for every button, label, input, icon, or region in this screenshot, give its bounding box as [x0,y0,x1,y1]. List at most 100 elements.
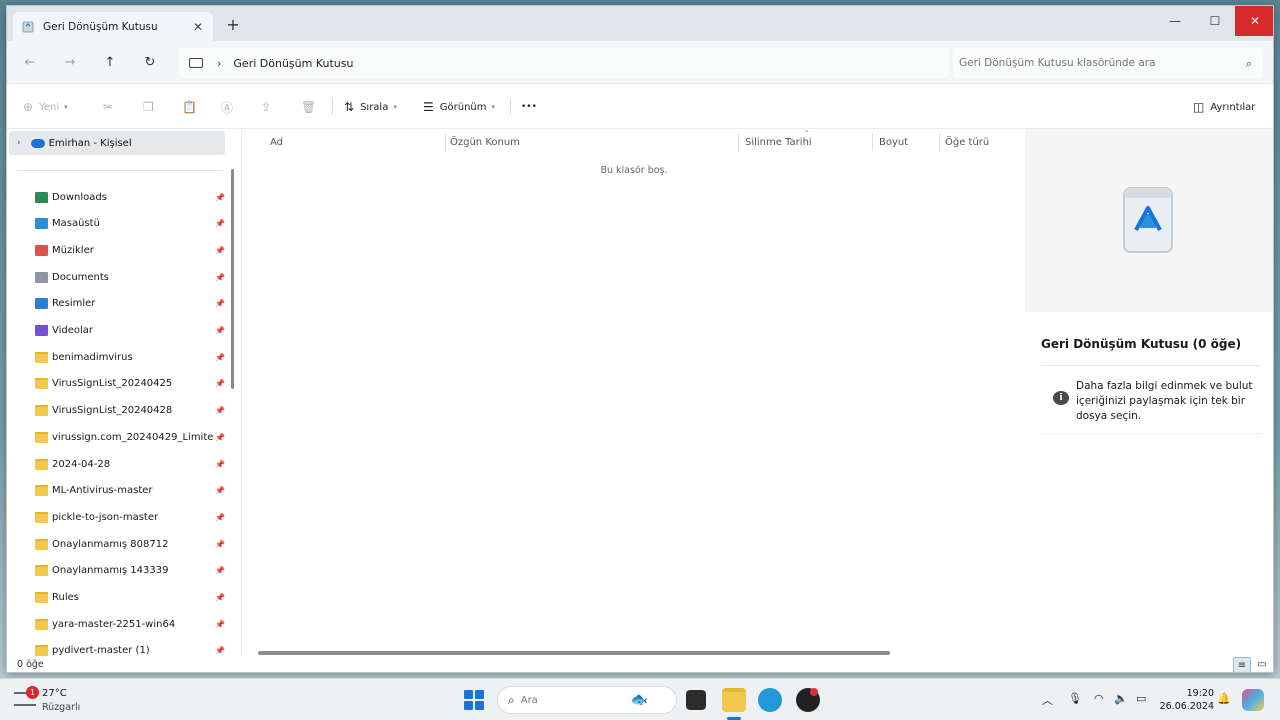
pin-icon[interactable]: 📌 [215,566,225,575]
sort-button[interactable]: ⇅ Sırala ▾ [344,97,397,117]
pin-icon[interactable]: 📌 [215,353,225,362]
notification-bell-icon[interactable]: 🔔 [1217,692,1231,705]
search-input[interactable] [959,57,1243,69]
more-options-button[interactable]: ••• [521,97,537,117]
details-divider [1041,433,1261,434]
pin-icon[interactable]: 📌 [215,193,225,202]
tab-close-icon[interactable]: ✕ [191,20,205,34]
refresh-button[interactable]: ↻ [140,53,160,73]
chevron-right-icon[interactable]: › [17,138,21,148]
horizontal-scrollbar[interactable] [258,651,890,655]
column-header-date-deleted[interactable]: Silinme Tarihi [745,133,812,151]
column-header-name[interactable]: Ad [270,133,283,151]
sidebar-item-resimler[interactable]: Resimler 📌 [7,292,229,316]
microphone-icon[interactable]: 🎙 [1068,692,1082,705]
sidebar-item-videolar[interactable]: Videolar 📌 [7,319,229,343]
search-box[interactable]: ⌕ [953,48,1263,78]
paste-icon: 📋 [182,100,197,114]
search-icon[interactable]: ⌕ [1243,57,1255,70]
pin-icon[interactable]: 📌 [215,513,225,522]
sidebar-item-onaylanmam-808712[interactable]: Onaylanmamış 808712 📌 [7,532,229,556]
paste-button[interactable]: 📋 [182,97,203,117]
show-hidden-icons-icon[interactable]: ︿ [1042,692,1053,708]
rename-button[interactable]: Ⓐ [221,97,239,117]
pin-icon[interactable]: 📌 [215,246,225,255]
sidebar-item-onedrive[interactable]: › Emirhan - Kişisel [9,131,225,155]
edge-browser-icon[interactable] [758,688,782,712]
pin-icon[interactable]: 📌 [215,273,225,282]
weather-widget[interactable]: 1 27°C Rüzgarlı [14,684,114,716]
view-button[interactable]: ☰ Görünüm ▾ [423,97,495,117]
clock-date: 26.06.2024 [1159,701,1214,712]
breadcrumb-recycle-bin[interactable]: Geri Dönüşüm Kutusu [233,57,353,70]
minimize-button[interactable]: — [1155,6,1195,36]
sidebar-item-virussignlist-20240425[interactable]: VirusSignList_20240425 📌 [7,372,229,396]
copilot-icon[interactable] [1242,689,1264,711]
pin-icon[interactable]: 📌 [215,646,225,655]
task-view-icon[interactable] [686,690,706,710]
sidebar-item-rules[interactable]: Rules 📌 [7,586,229,610]
tab-recycle-bin[interactable]: Geri Dönüşüm Kutusu ✕ [13,12,213,41]
forward-button[interactable]: → [60,53,80,73]
column-divider[interactable] [872,133,873,151]
pin-icon[interactable]: 📌 [215,620,225,629]
details-pane-button[interactable]: ◫ Ayrıntılar [1193,97,1255,117]
pin-icon[interactable]: 📌 [215,593,225,602]
notification-badge: 1 [26,686,39,699]
new-tab-button[interactable]: + [225,17,241,33]
share-button[interactable]: ⇪ [261,97,277,117]
sidebar-item-virussign-com-20240429-limitedfree[interactable]: virussign.com_20240429_LimitedFree📌 [7,425,229,449]
sidebar-item-documents[interactable]: Documents 📌 [7,265,229,289]
sidebar-item-label: pickle-to-json-master [52,511,159,523]
chevron-down-icon: ▾ [64,103,68,111]
sidebar-scrollbar[interactable] [231,169,234,389]
sidebar-item-m-zikler[interactable]: Müzikler 📌 [7,238,229,262]
wifi-icon[interactable]: ◠ [1094,692,1104,705]
sidebar-item-benimadimvirus[interactable]: benimadimvirus 📌 [7,345,229,369]
new-button[interactable]: ⊕ Yeni ▾ [23,97,68,117]
sidebar-item-downloads[interactable]: Downloads 📌 [7,185,229,209]
sidebar-item-masa-st-[interactable]: Masaüstü 📌 [7,212,229,236]
breadcrumb-separator-icon[interactable]: › [217,57,221,70]
delete-button[interactable]: 🗑 [301,97,322,117]
sidebar-item-onaylanmam-143339[interactable]: Onaylanmamış 143339 📌 [7,559,229,583]
battery-icon[interactable]: ▭ [1136,692,1146,705]
file-explorer-taskbar-icon[interactable] [722,688,746,712]
large-icons-view-button[interactable]: ▭ [1253,657,1271,672]
taskbar-search-input[interactable] [520,694,631,706]
sidebar-item-virussignlist-20240428[interactable]: VirusSignList_20240428 📌 [7,399,229,423]
copy-button[interactable]: ❐ [143,97,160,117]
taskbar-search[interactable]: ⌕ 🐟 [497,686,677,714]
start-button[interactable] [462,688,486,712]
column-header-original-location[interactable]: Özgün Konum [450,133,520,151]
sidebar-item-ml-antivirus-master[interactable]: ML-Antivirus-master 📌 [7,479,229,503]
pictures-icon [35,298,48,310]
search-highlight-icon: 🐟 [630,692,649,708]
column-divider[interactable] [939,133,940,151]
pin-icon[interactable]: 📌 [215,460,225,469]
volume-icon[interactable]: 🔈 [1114,692,1128,705]
up-button[interactable]: ↑ [100,53,120,73]
sidebar-item-pickle-to-json-master[interactable]: pickle-to-json-master 📌 [7,505,229,529]
details-view-button[interactable]: ≡ [1233,657,1251,672]
pin-icon[interactable]: 📌 [215,219,225,228]
maximize-button[interactable]: ☐ [1195,6,1235,36]
cut-button[interactable]: ✂ [103,97,119,117]
pin-icon[interactable]: 📌 [215,379,225,388]
column-header-size[interactable]: Boyut [879,133,908,151]
column-divider[interactable] [738,133,739,151]
pin-icon[interactable]: 📌 [215,486,225,495]
close-window-button[interactable]: ✕ [1235,6,1273,36]
column-divider[interactable] [445,133,446,151]
pin-icon[interactable]: 📌 [215,540,225,549]
pin-icon[interactable]: 📌 [215,299,225,308]
clock[interactable]: 19:20 26.06.2024 [1158,687,1214,713]
column-header-item-type[interactable]: Öğe türü [945,133,989,151]
sidebar-item-yara-master-2251-win64[interactable]: yara-master-2251-win64 📌 [7,612,229,636]
pin-icon[interactable]: 📌 [215,433,225,442]
sidebar-item-2024-04-28[interactable]: 2024-04-28 📌 [7,452,229,476]
pin-icon[interactable]: 📌 [215,326,225,335]
pin-icon[interactable]: 📌 [215,406,225,415]
address-bar[interactable]: › Geri Dönüşüm Kutusu [179,48,949,78]
back-button[interactable]: ← [20,53,40,73]
